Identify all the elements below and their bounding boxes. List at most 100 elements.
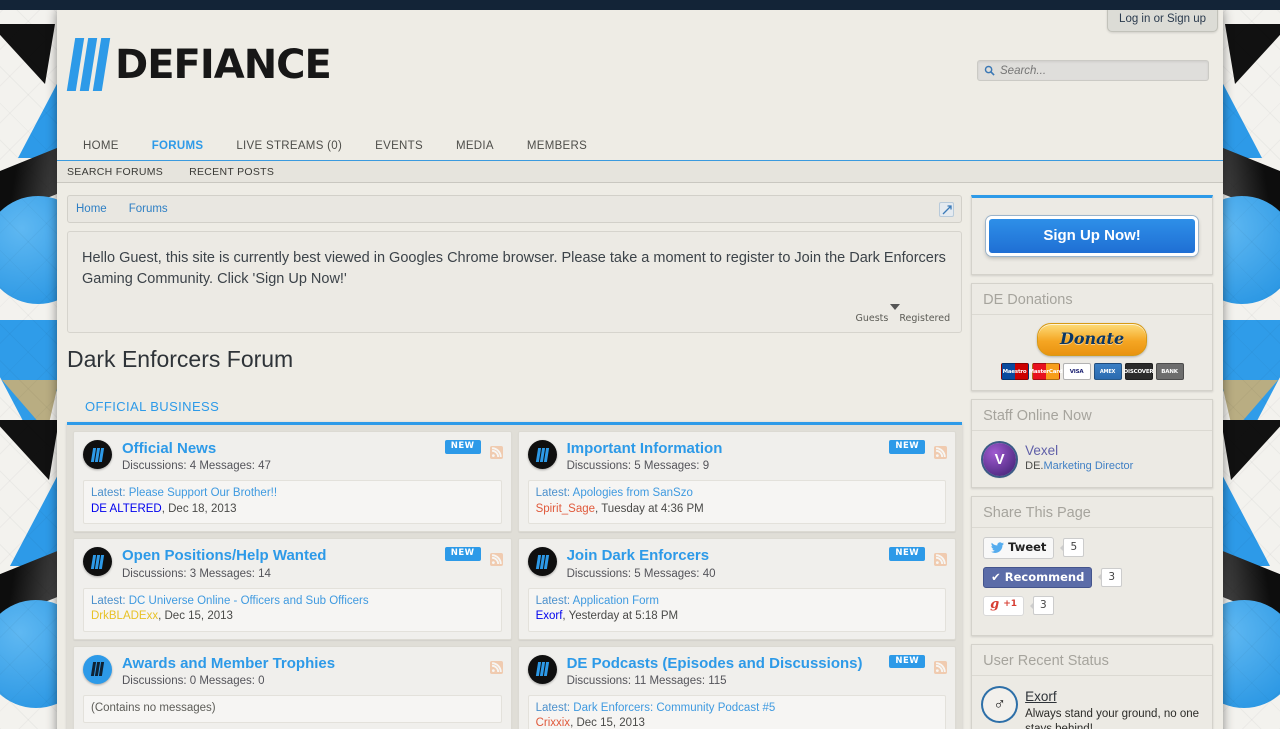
recommend-button-label: Recommend (1004, 569, 1085, 584)
node-header: DE Podcasts (Episodes and Discussions) D… (527, 654, 947, 687)
share-panel: Share This Page Tweet 5 ✔ Recommend 3 g … (971, 496, 1213, 636)
latest-author-link[interactable]: DE ALTERED (91, 503, 162, 515)
latest-date: , Tuesday at 4:36 PM (595, 502, 704, 515)
node-title-link[interactable]: Join Dark Enforcers (567, 547, 716, 564)
node-title-link[interactable]: Awards and Member Trophies (122, 655, 335, 672)
rss-icon[interactable] (934, 660, 948, 679)
forum-node[interactable]: NEW Important Information Discussions: 5… (517, 431, 957, 533)
forum-node[interactable]: NEW Join Dark Enforcers Discussions: 5 M… (517, 538, 957, 640)
card-icon-mastercard: MasterCard (1029, 363, 1063, 380)
tweet-count[interactable]: 5 (1060, 538, 1085, 558)
node-latest-post: Latest: Apologies from SanSzo Spirit_Sag… (527, 480, 947, 525)
node-header: Join Dark Enforcers Discussions: 5 Messa… (527, 547, 947, 580)
top-strip (0, 0, 1280, 10)
status-text: Always stand your ground, no one stays b… (1025, 707, 1200, 729)
node-header: Official News Discussions: 4 Messages: 4… (83, 440, 502, 472)
rss-icon[interactable] (934, 553, 948, 571)
forum-node[interactable]: NEW DE Podcasts (Episodes and Discussion… (517, 645, 957, 729)
expand-icon[interactable] (939, 202, 955, 217)
sub-navigation: SEARCH FORUMS RECENT POSTS (57, 161, 1223, 183)
latest-author-link[interactable]: Exorf (536, 610, 563, 622)
share-row-recommend: ✔ Recommend 3 (983, 566, 1201, 589)
breadcrumb-item-home[interactable]: Home (76, 203, 107, 215)
donations-panel: DE Donations Donate Maestro MasterCard V… (971, 283, 1213, 391)
node-badges: NEW (889, 654, 948, 679)
staff-role-prefix: DE. (1025, 460, 1044, 473)
staff-role-link[interactable]: Marketing Director (1043, 460, 1133, 472)
latest-label: Latest: (91, 594, 126, 607)
nav-item-members[interactable]: MEMBERS (527, 140, 587, 152)
latest-author-link[interactable]: Crixxix (536, 717, 571, 729)
logo-bars-icon (66, 38, 111, 91)
forum-node-grid: NEW Official News Discussions: 4 Message… (67, 422, 963, 729)
search-box[interactable] (977, 60, 1209, 81)
gplus-count[interactable]: 3 (1030, 596, 1054, 616)
nav-item-media[interactable]: MEDIA (456, 140, 494, 152)
main-navigation: HOME FORUMS LIVE STREAMS (0) EVENTS MEDI… (57, 132, 1223, 161)
donate-button-label: Donate (1060, 329, 1125, 348)
subnav-item-search-forums[interactable]: SEARCH FORUMS (67, 166, 163, 178)
latest-author-link[interactable]: Spirit_Sage (536, 503, 595, 515)
rss-icon[interactable] (489, 553, 503, 571)
node-title-link[interactable]: Open Positions/Help Wanted (122, 547, 326, 564)
node-title-link[interactable]: DE Podcasts (Episodes and Discussions) (567, 655, 863, 672)
google-plus-one-button[interactable]: g +1 (983, 596, 1025, 616)
accepted-cards: Maestro MasterCard VISA AMEX DISCOVER BA… (972, 363, 1212, 380)
page-container: Log in or Sign up DEFIANCE HOME FORUMS L… (57, 8, 1223, 729)
latest-date: , Dec 15, 2013 (570, 717, 645, 729)
node-badges: NEW (889, 440, 948, 464)
sign-up-now-button[interactable]: Sign Up Now! (986, 216, 1198, 256)
search-input[interactable] (1000, 64, 1202, 77)
content-area: Home Forums Hello Guest, this site is cu… (57, 183, 1223, 729)
list-item[interactable]: V Vexel DE.Marketing Director (983, 440, 1201, 476)
site-logo[interactable]: DEFIANCE (66, 38, 332, 91)
rss-icon[interactable] (489, 446, 503, 464)
recommend-button[interactable]: ✔ Recommend (983, 566, 1093, 589)
forum-node[interactable]: NEW Open Positions/Help Wanted Discussio… (73, 538, 512, 640)
donations-body: Donate Maestro MasterCard VISA AMEX DISC… (972, 315, 1212, 390)
staff-online-panel: Staff Online Now V Vexel DE.Marketing Di… (971, 399, 1213, 488)
node-title-link[interactable]: Official News (122, 440, 271, 457)
tweet-button[interactable]: Tweet (983, 537, 1055, 559)
nav-item-forums[interactable]: FORUMS (152, 140, 204, 152)
rss-icon[interactable] (489, 660, 503, 679)
nav-item-events[interactable]: EVENTS (375, 140, 423, 152)
latest-label: Latest: (535, 701, 571, 714)
staff-name-link[interactable]: Vexel (1025, 443, 1133, 459)
nav-item-home[interactable]: HOME (83, 140, 119, 152)
forum-node-icon (83, 440, 112, 470)
node-latest-post: Latest: Application Form Exorf, Yesterda… (527, 587, 947, 632)
avatar[interactable]: ♂ (983, 687, 1017, 721)
recommend-count[interactable]: 3 (1098, 567, 1123, 587)
card-icon-maestro: Maestro (1000, 363, 1029, 380)
node-badges: NEW (444, 440, 503, 464)
subnav-item-recent-posts[interactable]: RECENT POSTS (189, 166, 274, 178)
forum-node-icon (83, 547, 112, 577)
node-stats: Discussions: 5 Messages: 9 (566, 460, 710, 473)
latest-thread-link[interactable]: Apologies from SanSzo (573, 487, 693, 499)
node-title-link[interactable]: Important Information (567, 440, 723, 457)
login-or-signup-button[interactable]: Log in or Sign up (1107, 8, 1218, 32)
forum-node[interactable]: NEW Official News Discussions: 4 Message… (73, 431, 512, 533)
status-author-link[interactable]: Exorf (1025, 689, 1057, 704)
node-badges: NEW (444, 547, 503, 571)
breadcrumb-item-forums[interactable]: Forums (129, 203, 168, 215)
user-recent-status-panel: User Recent Status ♂ Exorf Always stand … (971, 643, 1213, 729)
avatar[interactable]: V (983, 443, 1017, 476)
share-row-tweet: Tweet 5 (983, 537, 1201, 559)
rss-icon[interactable] (934, 446, 948, 464)
latest-author-link[interactable]: DrkBLADExx (91, 610, 158, 622)
node-latest-post: Latest: DC Universe Online - Officers an… (83, 587, 502, 632)
forum-node[interactable]: Awards and Member Trophies Discussions: … (73, 645, 512, 729)
latest-thread-link[interactable]: Application Form (573, 595, 659, 607)
node-header: Awards and Member Trophies Discussions: … (83, 654, 502, 687)
latest-thread-link[interactable]: Please Support Our Brother!! (129, 487, 277, 499)
new-badge: NEW (889, 654, 926, 669)
nav-item-live-streams[interactable]: LIVE STREAMS (0) (236, 140, 342, 152)
list-item[interactable]: ♂ Exorf Always stand your ground, no one… (983, 685, 1201, 729)
latest-thread-link[interactable]: DC Universe Online - Officers and Sub Of… (129, 595, 369, 607)
staff-online-body: V Vexel DE.Marketing Director (972, 431, 1212, 487)
card-icon-visa: VISA (1062, 363, 1091, 380)
donate-button[interactable]: Donate (1037, 323, 1148, 356)
latest-thread-link[interactable]: Dark Enforcers: Community Podcast #5 (573, 702, 775, 714)
